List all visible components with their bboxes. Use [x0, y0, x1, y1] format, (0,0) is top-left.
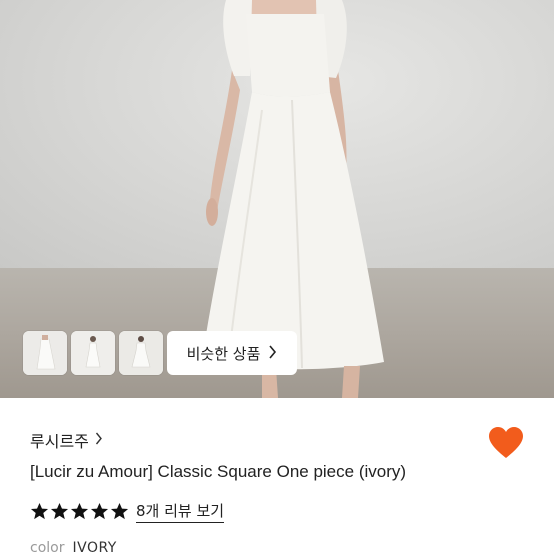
star-icon	[70, 502, 89, 520]
star-icon	[30, 502, 49, 520]
chevron-right-icon	[95, 431, 103, 449]
similar-products-label: 비슷한 상품	[186, 344, 261, 363]
thumbnail-1[interactable]	[23, 331, 67, 375]
star-icon	[110, 502, 129, 520]
review-link[interactable]: 8개 리뷰 보기	[136, 500, 225, 523]
similar-products-button[interactable]: 비슷한 상품	[167, 331, 297, 375]
brand-name: 루시르주	[30, 432, 89, 451]
brand-link[interactable]: 루시르주	[30, 428, 103, 452]
rating-stars	[30, 502, 130, 521]
star-icon	[50, 502, 69, 520]
product-title: [Lucir zu Amour] Classic Square One piec…	[30, 462, 407, 481]
like-heart-icon[interactable]	[488, 426, 524, 460]
rating-row: 8개 리뷰 보기	[30, 500, 225, 523]
product-image-hero[interactable]: 비슷한 상품	[0, 0, 554, 398]
chevron-right-icon	[268, 344, 277, 363]
star-icon	[90, 502, 109, 520]
thumbnail-3[interactable]	[119, 331, 163, 375]
thumbnail-2[interactable]	[71, 331, 115, 375]
